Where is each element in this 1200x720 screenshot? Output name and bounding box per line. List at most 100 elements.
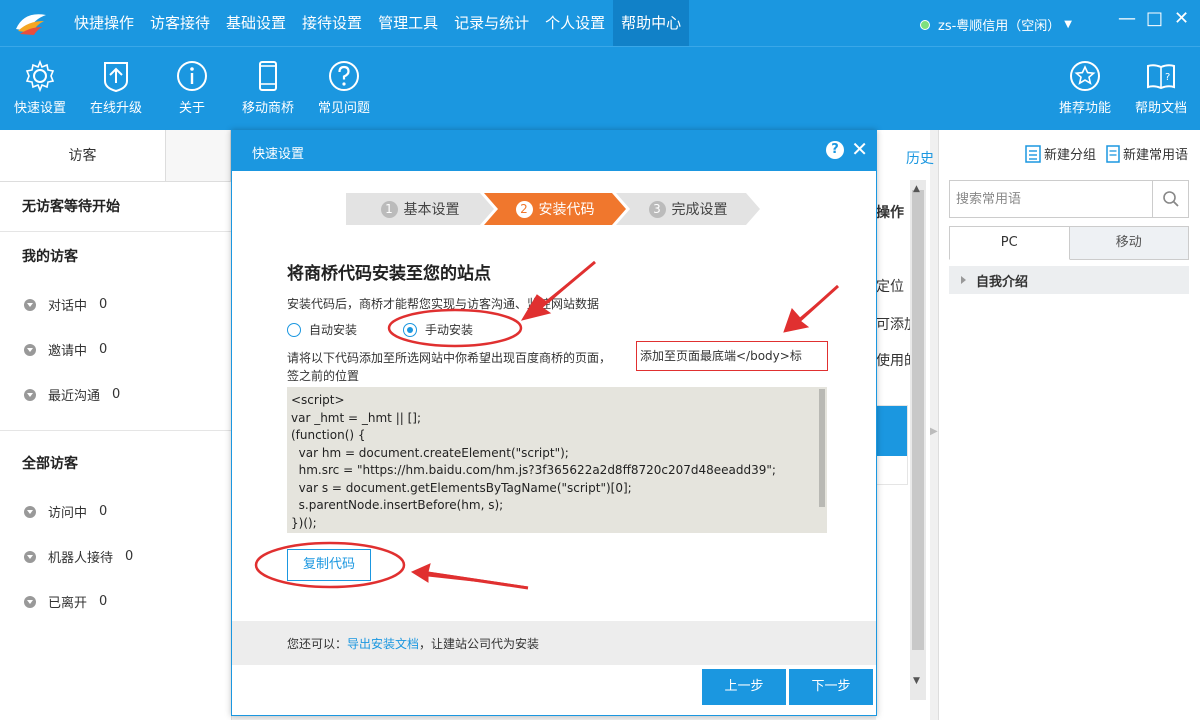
menu-quick-ops[interactable]: 快捷操作 [66,0,142,46]
tab-visitors[interactable]: 访客 [0,130,166,181]
radio-manual-install[interactable]: 手动安装 [403,321,473,338]
search-button[interactable] [1152,181,1188,217]
svg-text:?: ? [1165,72,1170,83]
footer-prefix: 您还可以： [287,637,348,651]
menu-bar: 快捷操作 访客接待 基础设置 接待设置 管理工具 记录与统计 个人设置 帮助中心… [0,0,1200,46]
radio-label: 自动安装 [309,323,358,337]
tab-mobile[interactable]: 移动 [1069,226,1189,260]
mobile-bridge-label: 移动商桥 [241,101,294,116]
new-group-label: 新建分组 [1043,148,1096,163]
user-status[interactable]: zs-粤顺信用（空闲） ▼ [920,15,1072,34]
instruction-text-end: 签之前的位置 [287,369,360,383]
main-menu: 快捷操作 访客接待 基础设置 接待设置 管理工具 记录与统计 个人设置 帮助中心 [66,0,690,46]
list-item-chatting[interactable]: 对话中 0 [0,282,231,327]
document-icon [1106,144,1120,163]
waiting-status: 无访客等待开始 [0,182,231,232]
chevron-down-icon [24,298,36,311]
chevron-down-icon [24,550,36,563]
item-count: 0 [99,594,108,609]
new-phrase-label: 新建常用语 [1122,148,1188,163]
scrollbar-thumb[interactable] [912,190,924,650]
online-upgrade-label: 在线升级 [89,101,142,116]
menu-visitor-reception[interactable]: 访客接待 [142,0,218,46]
item-count: 0 [99,504,108,519]
quick-settings-button[interactable]: 快速设置 [8,47,72,131]
phrases-panel: 新建分组 新建常用语 PC 移动 自我介绍 [938,130,1200,720]
item-count: 0 [125,549,134,564]
highlighted-instruction: 添加至页面最底端</body>标 [636,341,828,371]
export-docs-link[interactable]: 导出安装文档 [347,637,419,651]
all-visitors-title[interactable]: 全部访客 [0,439,231,489]
radio-circle[interactable] [287,322,301,337]
help-docs-button[interactable]: ? 帮助文档 [1130,47,1192,131]
item-count: 0 [112,387,121,402]
faq-button[interactable]: 常见问题 [312,47,376,131]
scroll-down-icon[interactable]: ▼ [913,676,920,686]
folder-list-icon [1025,144,1041,163]
help-docs-label: 帮助文档 [1134,101,1187,116]
menu-admin-tools[interactable]: 管理工具 [370,0,446,46]
item-label: 对话中 [48,299,88,314]
prev-step-button[interactable]: 上一步 [702,669,786,705]
menu-records-stats[interactable]: 记录与统计 [446,0,537,46]
chevron-down-icon [24,505,36,518]
tracking-code-box[interactable]: <script> var _hmt = _hmt || []; (functio… [287,387,827,533]
new-group-button[interactable]: 新建分组 [1025,144,1096,163]
tab-pc[interactable]: PC [949,226,1070,260]
online-status-dot [920,19,930,30]
step-label: 安装代码 [538,202,595,218]
step-basic-settings: 1 基本设置 [346,193,494,225]
item-label: 最近沟通 [48,389,101,404]
tab-secondary[interactable] [166,130,231,181]
about-button[interactable]: 关于 [162,47,222,131]
visitor-tabs: 访客 [0,130,231,182]
radio-circle-checked[interactable] [403,322,418,337]
menu-basic-settings[interactable]: 基础设置 [218,0,294,46]
step-number: 2 [515,200,533,218]
new-phrase-button[interactable]: 新建常用语 [1106,144,1188,163]
caret-right-icon [961,276,966,284]
list-item-left[interactable]: 已离开 0 [0,579,231,624]
scrollbar[interactable] [910,180,926,700]
tracking-code[interactable]: <script> var _hmt = _hmt || []; (functio… [287,387,827,533]
menu-help-center[interactable]: 帮助中心 [613,0,690,46]
toolbar: 快速设置 在线升级 关于 移动商桥 常见问题 推荐功能 ? 帮助文档 [0,46,1200,130]
scroll-up-icon[interactable]: ▲ [913,184,920,194]
item-count: 0 [99,297,108,312]
recommended-features-button[interactable]: 推荐功能 [1054,47,1116,131]
mobile-bridge-button[interactable]: 移动商桥 [236,47,300,131]
footer-suffix: ，让建站公司代为安装 [419,637,540,651]
list-item-recent[interactable]: 最近沟通 0 [0,372,231,417]
expand-arrow-icon[interactable]: ▶ [930,426,938,437]
list-item-inviting[interactable]: 邀请中 0 [0,327,231,372]
radio-auto-install[interactable]: 自动安装 [287,321,357,338]
chevron-down-icon: ▼ [1064,19,1072,30]
radio-label: 手动安装 [425,323,474,337]
history-tab[interactable]: 历史 [906,148,934,168]
online-upgrade-button[interactable]: 在线升级 [84,47,148,131]
my-visitors-title[interactable]: 我的访客 [0,232,231,282]
question-icon [329,61,359,91]
close-icon[interactable]: ✕ [1174,10,1189,28]
help-icon[interactable]: ? [826,141,844,159]
step-number: 3 [648,200,666,218]
menu-personal-settings[interactable]: 个人设置 [537,0,613,46]
step-install-code: 2 安装代码 [484,193,626,225]
menu-reception-settings[interactable]: 接待设置 [294,0,370,46]
copy-code-button[interactable]: 复制代码 [287,549,371,581]
app-logo-icon [16,14,46,35]
preview-card-bar [877,406,907,456]
phrase-search [949,180,1189,218]
phrase-search-input[interactable] [950,181,1150,217]
divider [0,417,231,431]
phrase-group-self-intro[interactable]: 自我介绍 [949,266,1189,294]
list-item-visiting[interactable]: 访问中 0 [0,489,231,534]
minimize-icon[interactable]: — [1118,10,1136,28]
code-scrollbar[interactable] [819,389,825,507]
quick-settings-label: 快速设置 [13,101,66,116]
next-step-button[interactable]: 下一步 [789,669,873,705]
dialog-close-icon[interactable]: ✕ [851,139,868,159]
list-item-robot[interactable]: 机器人接待 0 [0,534,231,579]
maximize-icon[interactable]: □ [1146,10,1163,28]
dialog-footer: 您还可以：导出安装文档，让建站公司代为安装 [232,621,876,665]
